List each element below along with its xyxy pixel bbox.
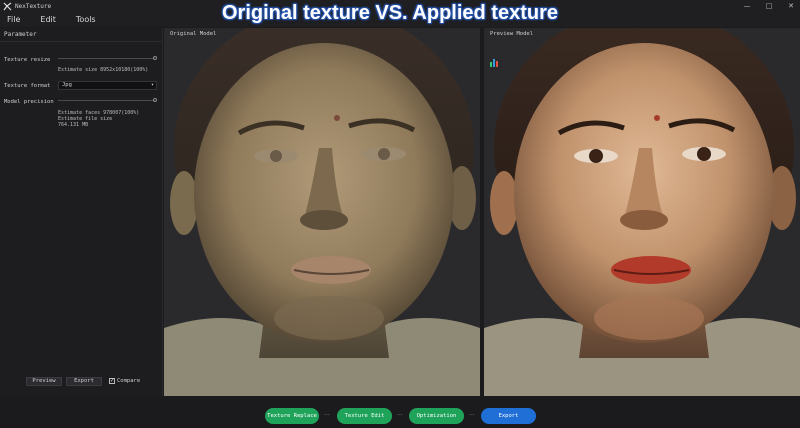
step-export[interactable]: Export — [481, 408, 536, 424]
step-separator: ··· — [469, 412, 475, 419]
model-precision-slider-handle[interactable] — [153, 98, 157, 102]
compare-label: Compare — [117, 378, 141, 384]
compare-checkbox[interactable]: ✓ — [109, 378, 115, 384]
close-button[interactable]: ✕ — [786, 0, 796, 12]
texture-format-value: Jpg — [62, 82, 72, 88]
histogram-icon[interactable] — [490, 52, 499, 71]
window-controls: — □ ✕ — [742, 0, 796, 12]
app-logo-icon — [2, 1, 12, 11]
preview-model-label: Preview Model — [490, 31, 534, 37]
preview-button[interactable]: Preview — [26, 377, 62, 386]
step-texture-edit[interactable]: Texture Edit — [337, 408, 392, 424]
model-precision-label: Model precision — [4, 99, 54, 105]
comparison-headline: Original texture VS. Applied texture — [222, 2, 558, 24]
panel-header: Parameter — [0, 28, 162, 42]
menu-file[interactable]: File — [1, 15, 26, 24]
original-model-viewport[interactable]: Original Model — [164, 28, 480, 396]
maximize-button[interactable]: □ — [764, 0, 774, 12]
chevron-down-icon: ▾ — [150, 82, 154, 88]
texture-resize-slider-handle[interactable] — [153, 56, 157, 60]
parameter-panel: Parameter Texture resize Estimate size 8… — [0, 28, 163, 396]
texture-resize-estimate: Estimate size 8952x10180(100%) — [58, 67, 149, 73]
original-face-render — [164, 28, 480, 396]
model-precision-slider[interactable] — [58, 100, 156, 101]
step-optimization[interactable]: Optimization — [409, 408, 464, 424]
step-texture-replace[interactable]: Texture Replace — [265, 408, 319, 424]
minimize-button[interactable]: — — [742, 0, 752, 12]
texture-format-label: Texture format — [4, 83, 51, 89]
step-separator: ··· — [324, 412, 330, 419]
texture-resize-slider[interactable] — [58, 58, 156, 59]
texture-resize-label: Texture resize — [4, 57, 51, 63]
menu-tools[interactable]: Tools — [70, 15, 102, 24]
step-separator: ··· — [397, 412, 403, 419]
preview-model-viewport[interactable]: Preview Model — [484, 28, 800, 396]
preview-face-render — [484, 28, 800, 396]
menu-edit[interactable]: Edit — [34, 15, 62, 24]
estimate-file-size-value: 764.131 MB — [58, 122, 89, 128]
texture-format-select[interactable]: Jpg ▾ — [58, 81, 157, 90]
original-model-label: Original Model — [170, 31, 217, 37]
app-title: NexTexture — [15, 2, 52, 10]
export-button[interactable]: Export — [66, 377, 102, 386]
